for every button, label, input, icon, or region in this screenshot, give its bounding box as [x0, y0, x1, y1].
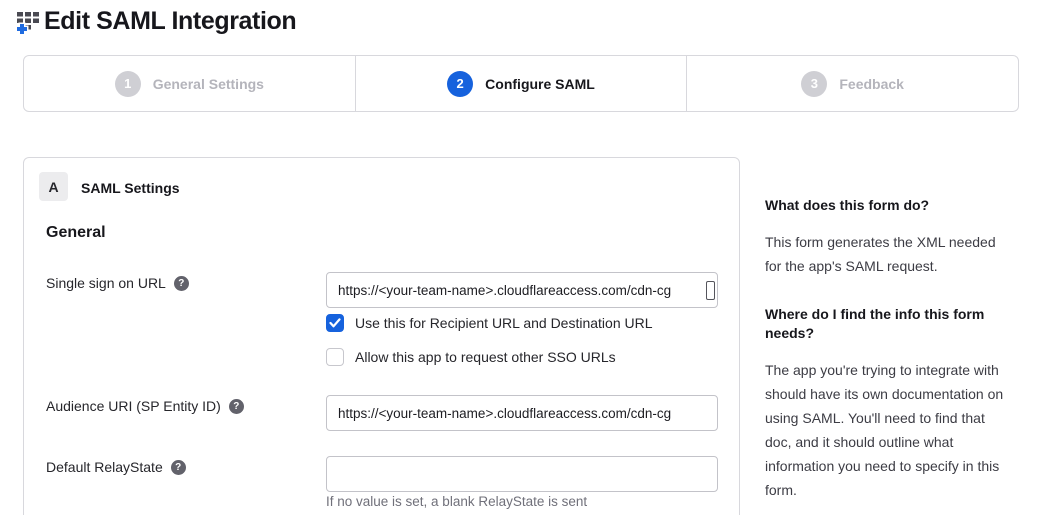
step-1-badge: 1 [115, 71, 141, 97]
checkbox-box [326, 348, 344, 366]
checkbox-label: Allow this app to request other SSO URLs [355, 349, 616, 365]
audience-uri-label-text: Audience URI (SP Entity ID) [46, 398, 221, 414]
checkbox-label: Use this for Recipient URL and Destinati… [355, 315, 653, 331]
step-general-settings[interactable]: 1 General Settings [24, 56, 355, 111]
relaystate-label: Default RelayState ? [46, 459, 186, 475]
recipient-url-checkbox[interactable]: Use this for Recipient URL and Destinati… [326, 314, 653, 332]
other-sso-urls-checkbox[interactable]: Allow this app to request other SSO URLs [326, 348, 616, 366]
sidebar-question-2: Where do I find the info this form needs… [765, 305, 1015, 343]
step-3-badge: 3 [801, 71, 827, 97]
step-configure-saml[interactable]: 2 Configure SAML [355, 56, 687, 111]
checkbox-box [326, 314, 344, 332]
sidebar-answer-2: The app you're trying to integrate with … [765, 358, 1015, 502]
page-title: Edit SAML Integration [44, 7, 296, 36]
add-app-icon [16, 7, 42, 36]
sso-url-label: Single sign on URL ? [46, 275, 189, 291]
relaystate-helper-text: If no value is set, a blank RelayState i… [326, 494, 587, 509]
wizard-steps: 1 General Settings 2 Configure SAML 3 Fe… [23, 55, 1019, 112]
sso-url-input[interactable] [326, 272, 718, 308]
saml-settings-panel: A SAML Settings General Single sign on U… [23, 157, 740, 515]
section-title: SAML Settings [81, 180, 180, 196]
section-a-badge: A [39, 172, 68, 201]
sidebar-question-1: What does this form do? [765, 196, 1015, 215]
audience-uri-input[interactable] [326, 395, 718, 431]
page-header: Edit SAML Integration [16, 7, 296, 36]
step-feedback[interactable]: 3 Feedback [686, 56, 1018, 111]
step-2-badge: 2 [447, 71, 473, 97]
sso-help-icon[interactable]: ? [174, 276, 189, 291]
relaystate-label-text: Default RelayState [46, 459, 163, 475]
general-group-title: General [46, 224, 106, 242]
step-1-label: General Settings [153, 76, 264, 92]
audience-help-icon[interactable]: ? [229, 399, 244, 414]
relaystate-input[interactable] [326, 456, 718, 492]
step-3-label: Feedback [839, 76, 904, 92]
check-icon [329, 318, 341, 328]
step-2-label: Configure SAML [485, 76, 595, 92]
relaystate-help-icon[interactable]: ? [171, 460, 186, 475]
edit-saml-integration-page: Edit SAML Integration 1 General Settings… [0, 0, 1063, 515]
sso-url-label-text: Single sign on URL [46, 275, 166, 291]
audience-uri-label: Audience URI (SP Entity ID) ? [46, 398, 244, 414]
help-sidebar: What does this form do? This form genera… [765, 196, 1015, 515]
sidebar-answer-1: This form generates the XML needed for t… [765, 230, 1015, 278]
